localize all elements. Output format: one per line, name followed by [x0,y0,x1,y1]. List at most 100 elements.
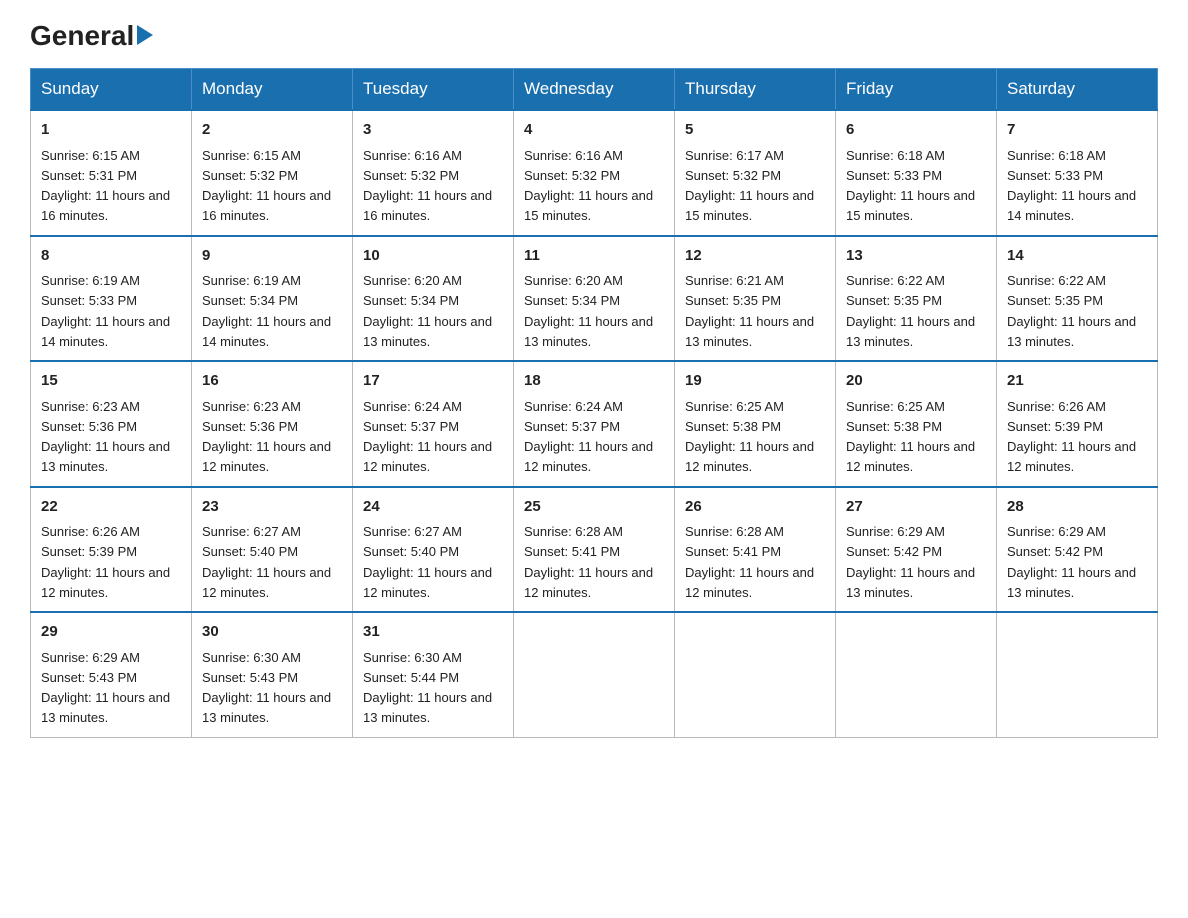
day-number: 1 [41,119,181,142]
calendar-cell: 10 Sunrise: 6:20 AMSunset: 5:34 PMDaylig… [353,236,514,362]
calendar-cell: 7 Sunrise: 6:18 AMSunset: 5:33 PMDayligh… [997,110,1158,236]
day-number: 13 [846,245,986,268]
header-cell-saturday: Saturday [997,69,1158,111]
day-number: 19 [685,370,825,393]
day-info: Sunrise: 6:25 AMSunset: 5:38 PMDaylight:… [846,399,975,475]
day-number: 24 [363,496,503,519]
week-row-3: 15 Sunrise: 6:23 AMSunset: 5:36 PMDaylig… [31,361,1158,487]
header-cell-monday: Monday [192,69,353,111]
header-cell-wednesday: Wednesday [514,69,675,111]
day-info: Sunrise: 6:24 AMSunset: 5:37 PMDaylight:… [524,399,653,475]
day-info: Sunrise: 6:20 AMSunset: 5:34 PMDaylight:… [363,273,492,349]
day-number: 16 [202,370,342,393]
header-cell-tuesday: Tuesday [353,69,514,111]
day-number: 15 [41,370,181,393]
calendar-cell: 30 Sunrise: 6:30 AMSunset: 5:43 PMDaylig… [192,612,353,737]
day-info: Sunrise: 6:24 AMSunset: 5:37 PMDaylight:… [363,399,492,475]
day-number: 17 [363,370,503,393]
day-number: 2 [202,119,342,142]
header-cell-friday: Friday [836,69,997,111]
calendar-table: SundayMondayTuesdayWednesdayThursdayFrid… [30,68,1158,738]
day-info: Sunrise: 6:19 AMSunset: 5:33 PMDaylight:… [41,273,170,349]
day-info: Sunrise: 6:26 AMSunset: 5:39 PMDaylight:… [41,524,170,600]
calendar-cell: 25 Sunrise: 6:28 AMSunset: 5:41 PMDaylig… [514,487,675,613]
header-cell-sunday: Sunday [31,69,192,111]
week-row-5: 29 Sunrise: 6:29 AMSunset: 5:43 PMDaylig… [31,612,1158,737]
day-number: 7 [1007,119,1147,142]
day-number: 14 [1007,245,1147,268]
calendar-cell: 28 Sunrise: 6:29 AMSunset: 5:42 PMDaylig… [997,487,1158,613]
day-info: Sunrise: 6:23 AMSunset: 5:36 PMDaylight:… [41,399,170,475]
calendar-cell: 11 Sunrise: 6:20 AMSunset: 5:34 PMDaylig… [514,236,675,362]
day-number: 22 [41,496,181,519]
day-number: 31 [363,621,503,644]
calendar-cell: 4 Sunrise: 6:16 AMSunset: 5:32 PMDayligh… [514,110,675,236]
logo-flag [137,25,153,45]
page-header: General [30,20,1158,48]
day-info: Sunrise: 6:16 AMSunset: 5:32 PMDaylight:… [363,148,492,224]
calendar-cell: 22 Sunrise: 6:26 AMSunset: 5:39 PMDaylig… [31,487,192,613]
day-info: Sunrise: 6:29 AMSunset: 5:42 PMDaylight:… [846,524,975,600]
day-number: 18 [524,370,664,393]
day-info: Sunrise: 6:29 AMSunset: 5:42 PMDaylight:… [1007,524,1136,600]
day-number: 29 [41,621,181,644]
calendar-cell [836,612,997,737]
day-info: Sunrise: 6:29 AMSunset: 5:43 PMDaylight:… [41,650,170,726]
day-number: 11 [524,245,664,268]
day-info: Sunrise: 6:19 AMSunset: 5:34 PMDaylight:… [202,273,331,349]
calendar-cell: 26 Sunrise: 6:28 AMSunset: 5:41 PMDaylig… [675,487,836,613]
calendar-cell: 6 Sunrise: 6:18 AMSunset: 5:33 PMDayligh… [836,110,997,236]
day-info: Sunrise: 6:18 AMSunset: 5:33 PMDaylight:… [846,148,975,224]
calendar-cell: 5 Sunrise: 6:17 AMSunset: 5:32 PMDayligh… [675,110,836,236]
week-row-2: 8 Sunrise: 6:19 AMSunset: 5:33 PMDayligh… [31,236,1158,362]
day-number: 27 [846,496,986,519]
calendar-cell: 29 Sunrise: 6:29 AMSunset: 5:43 PMDaylig… [31,612,192,737]
day-number: 9 [202,245,342,268]
calendar-cell: 20 Sunrise: 6:25 AMSunset: 5:38 PMDaylig… [836,361,997,487]
day-info: Sunrise: 6:22 AMSunset: 5:35 PMDaylight:… [846,273,975,349]
day-info: Sunrise: 6:15 AMSunset: 5:32 PMDaylight:… [202,148,331,224]
calendar-cell: 1 Sunrise: 6:15 AMSunset: 5:31 PMDayligh… [31,110,192,236]
day-info: Sunrise: 6:15 AMSunset: 5:31 PMDaylight:… [41,148,170,224]
logo-general: General [30,20,134,52]
day-info: Sunrise: 6:30 AMSunset: 5:44 PMDaylight:… [363,650,492,726]
calendar-cell: 14 Sunrise: 6:22 AMSunset: 5:35 PMDaylig… [997,236,1158,362]
day-number: 25 [524,496,664,519]
calendar-cell: 16 Sunrise: 6:23 AMSunset: 5:36 PMDaylig… [192,361,353,487]
day-info: Sunrise: 6:27 AMSunset: 5:40 PMDaylight:… [363,524,492,600]
calendar-body: 1 Sunrise: 6:15 AMSunset: 5:31 PMDayligh… [31,110,1158,737]
week-row-4: 22 Sunrise: 6:26 AMSunset: 5:39 PMDaylig… [31,487,1158,613]
calendar-cell: 9 Sunrise: 6:19 AMSunset: 5:34 PMDayligh… [192,236,353,362]
day-number: 5 [685,119,825,142]
day-info: Sunrise: 6:25 AMSunset: 5:38 PMDaylight:… [685,399,814,475]
calendar-cell: 15 Sunrise: 6:23 AMSunset: 5:36 PMDaylig… [31,361,192,487]
day-number: 12 [685,245,825,268]
calendar-cell: 12 Sunrise: 6:21 AMSunset: 5:35 PMDaylig… [675,236,836,362]
header-row: SundayMondayTuesdayWednesdayThursdayFrid… [31,69,1158,111]
day-number: 21 [1007,370,1147,393]
calendar-cell: 31 Sunrise: 6:30 AMSunset: 5:44 PMDaylig… [353,612,514,737]
day-info: Sunrise: 6:18 AMSunset: 5:33 PMDaylight:… [1007,148,1136,224]
day-number: 3 [363,119,503,142]
day-number: 28 [1007,496,1147,519]
calendar-header: SundayMondayTuesdayWednesdayThursdayFrid… [31,69,1158,111]
calendar-cell: 17 Sunrise: 6:24 AMSunset: 5:37 PMDaylig… [353,361,514,487]
day-number: 20 [846,370,986,393]
calendar-cell: 18 Sunrise: 6:24 AMSunset: 5:37 PMDaylig… [514,361,675,487]
calendar-cell [514,612,675,737]
day-info: Sunrise: 6:28 AMSunset: 5:41 PMDaylight:… [685,524,814,600]
calendar-cell: 24 Sunrise: 6:27 AMSunset: 5:40 PMDaylig… [353,487,514,613]
day-number: 30 [202,621,342,644]
day-info: Sunrise: 6:21 AMSunset: 5:35 PMDaylight:… [685,273,814,349]
day-info: Sunrise: 6:20 AMSunset: 5:34 PMDaylight:… [524,273,653,349]
day-number: 6 [846,119,986,142]
calendar-cell: 23 Sunrise: 6:27 AMSunset: 5:40 PMDaylig… [192,487,353,613]
day-number: 10 [363,245,503,268]
day-info: Sunrise: 6:28 AMSunset: 5:41 PMDaylight:… [524,524,653,600]
day-number: 8 [41,245,181,268]
day-info: Sunrise: 6:30 AMSunset: 5:43 PMDaylight:… [202,650,331,726]
header-cell-thursday: Thursday [675,69,836,111]
week-row-1: 1 Sunrise: 6:15 AMSunset: 5:31 PMDayligh… [31,110,1158,236]
day-info: Sunrise: 6:16 AMSunset: 5:32 PMDaylight:… [524,148,653,224]
calendar-cell: 2 Sunrise: 6:15 AMSunset: 5:32 PMDayligh… [192,110,353,236]
